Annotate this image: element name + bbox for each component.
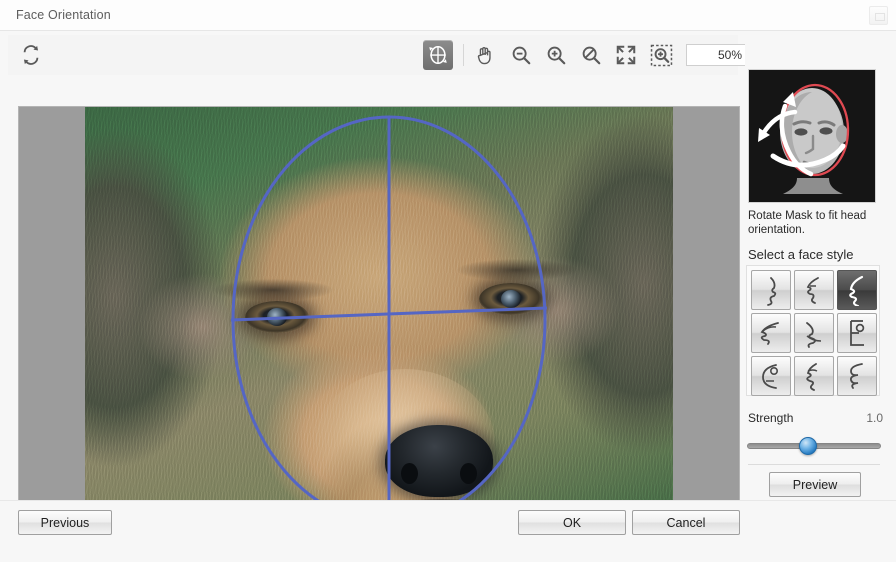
head-rotation-illustration: [748, 69, 876, 203]
marquee-zoom-icon[interactable]: [646, 40, 676, 70]
strength-label: Strength: [748, 411, 794, 425]
face-mask-tool[interactable]: [423, 40, 453, 70]
expand-arrows-icon[interactable]: [611, 40, 641, 70]
magnifier-slash-icon[interactable]: [576, 40, 606, 70]
preview-button[interactable]: Preview: [769, 472, 861, 497]
magnifier-plus-icon[interactable]: [541, 40, 571, 70]
face-style-1[interactable]: [751, 270, 791, 310]
panel-divider: [748, 464, 880, 465]
previous-button[interactable]: Previous: [18, 510, 112, 535]
image-canvas[interactable]: [18, 106, 740, 531]
dialog-body: 50% Rotate Mask to fit head orientation.…: [0, 31, 896, 562]
face-style-4[interactable]: [751, 313, 791, 353]
face-style-grid: [746, 265, 880, 396]
strength-value: 1.0: [866, 411, 883, 425]
title-bar: Face Orientation: [0, 0, 896, 31]
face-style-5[interactable]: [794, 313, 834, 353]
face-style-2[interactable]: [794, 270, 834, 310]
rotate-refresh-icon[interactable]: [16, 40, 46, 70]
side-panel: Rotate Mask to fit head orientation. Sel…: [745, 35, 885, 531]
strength-slider[interactable]: [747, 437, 881, 455]
window-restore-icon[interactable]: [869, 6, 888, 25]
toolbar: 50%: [8, 35, 750, 75]
toolbar-divider: [463, 44, 464, 66]
hand-icon[interactable]: [470, 40, 500, 70]
face-orientation-dialog: Face Orientation 50% Rotate Mask to fit …: [0, 0, 896, 562]
zoom-level-input[interactable]: 50%: [686, 44, 750, 66]
footer-bar: Previous OK Cancel: [0, 500, 896, 562]
cancel-button[interactable]: Cancel: [632, 510, 740, 535]
face-mask-overlay[interactable]: [19, 107, 740, 531]
slider-knob[interactable]: [799, 437, 818, 455]
face-style-9[interactable]: [837, 356, 877, 396]
face-style-7[interactable]: [751, 356, 791, 396]
face-style-6[interactable]: [837, 313, 877, 353]
ok-button[interactable]: OK: [518, 510, 626, 535]
panel-subtitle: Select a face style: [748, 247, 854, 262]
window-title: Face Orientation: [16, 8, 111, 22]
panel-caption: Rotate Mask to fit head orientation.: [748, 210, 867, 236]
face-style-3[interactable]: [837, 270, 877, 310]
magnifier-minus-icon[interactable]: [506, 40, 536, 70]
face-style-8[interactable]: [794, 356, 834, 396]
